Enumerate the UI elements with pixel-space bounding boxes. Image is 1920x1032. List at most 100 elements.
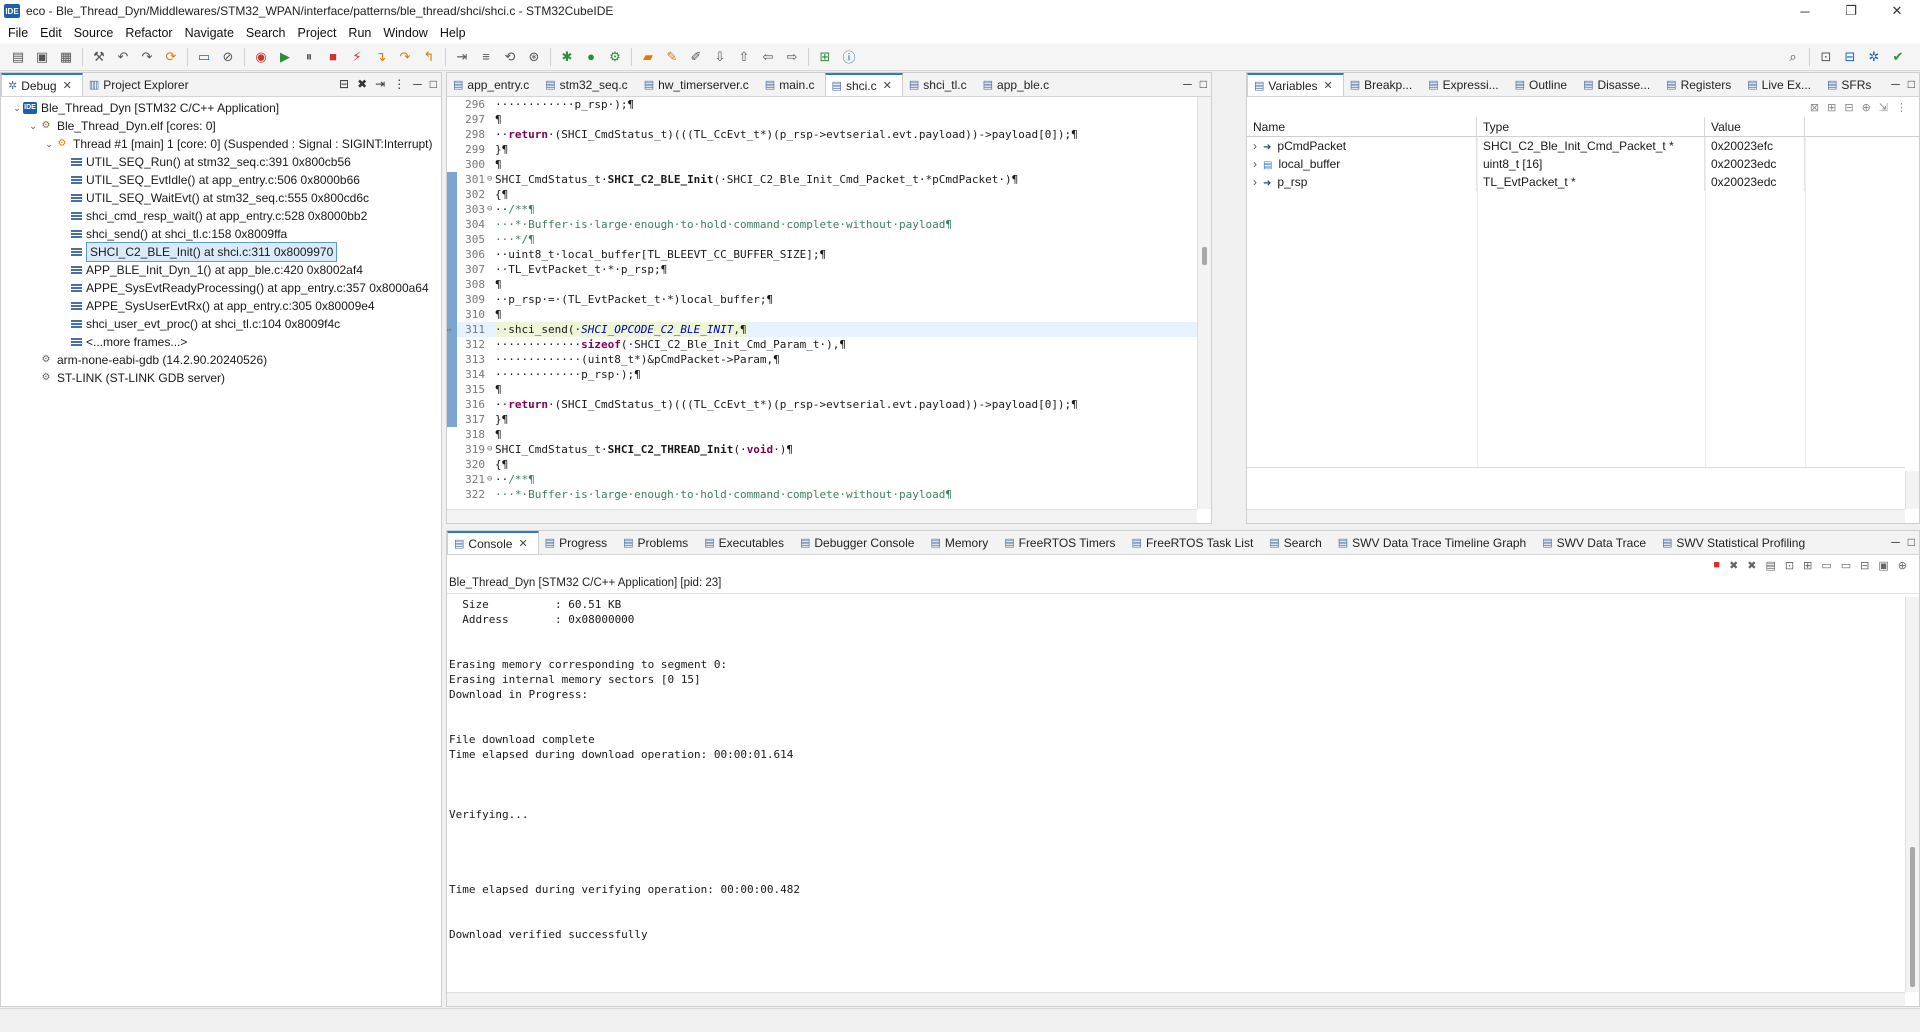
tab-expressi[interactable]: ▤ Expressi... xyxy=(1422,73,1508,96)
code-line[interactable]: 314 ·············p_rsp·);¶ xyxy=(447,367,1197,382)
tree-item[interactable]: UTIL_SEQ_Run() at stm32_seq.c:391 0x800c… xyxy=(1,153,441,171)
search-icon[interactable]: ⌕ xyxy=(1784,48,1802,66)
save-icon[interactable]: ▣ xyxy=(33,48,51,66)
close-icon[interactable]: ✕ xyxy=(1324,79,1333,92)
console-output[interactable]: Size : 60.51 KB Address : 0x08000000 Eras… xyxy=(449,597,1905,992)
tab-search[interactable]: ▤ Search xyxy=(1263,531,1331,554)
column-type[interactable]: Type xyxy=(1477,117,1705,136)
fold-icon[interactable]: ⊖ xyxy=(487,172,495,187)
open-console-icon[interactable]: ⊕ xyxy=(1898,559,1907,572)
fold-icon[interactable]: ⊖ xyxy=(487,472,495,487)
tab-hw-timerserver-c[interactable]: ▤ hw_timerserver.c xyxy=(638,73,759,96)
code-line[interactable]: 299}¶ xyxy=(447,142,1197,157)
code-line[interactable]: 301 ⊖ SHCI_CmdStatus_t·SHCI_C2_BLE_Init(·S… xyxy=(447,172,1197,187)
external-tools-icon[interactable]: ⚙ xyxy=(606,48,624,66)
cube-perspective-icon[interactable]: ✔ xyxy=(1889,48,1907,66)
add-watch-icon[interactable]: ⊕ xyxy=(1862,101,1871,114)
tab-swv-statistical-profiling[interactable]: ▤ SWV Statistical Profiling xyxy=(1656,531,1815,554)
fold-icon[interactable]: ⊖ xyxy=(487,202,495,217)
close-button[interactable]: ✕ xyxy=(1874,0,1920,22)
collapse-all-icon[interactable]: ⊟ xyxy=(1844,101,1853,114)
tab-freertos-task-list[interactable]: ▤ FreeRTOS Task List xyxy=(1126,531,1264,554)
tab-debug[interactable]: ✲ Debug ✕ xyxy=(1,73,83,96)
menu-edit[interactable]: Edit xyxy=(34,26,68,40)
code-line[interactable]: 309 ··p_rsp·=·(TL_EvtPacket_t·*)local_buf… xyxy=(447,292,1197,307)
tree-item[interactable]: shci_cmd_resp_wait() at app_entry.c:528 … xyxy=(1,207,441,225)
tab-disasse[interactable]: ▤ Disasse... xyxy=(1577,73,1660,96)
code-line[interactable]: 317}¶ xyxy=(447,412,1197,427)
tab-problems[interactable]: ▤ Problems xyxy=(617,531,698,554)
tab-registers[interactable]: ▤ Registers xyxy=(1660,73,1741,96)
show-type-names-icon[interactable]: ⊠ xyxy=(1810,101,1819,114)
code-line[interactable]: 318 ¶ xyxy=(447,427,1197,442)
editor-hscrollbar[interactable] xyxy=(447,509,1197,523)
close-icon[interactable]: ✕ xyxy=(63,79,72,92)
run-icon[interactable]: ● xyxy=(582,48,600,66)
remove-terminated-icon[interactable]: ✖ xyxy=(357,77,367,91)
menu-refactor[interactable]: Refactor xyxy=(119,26,178,40)
show-on-error-icon[interactable]: ▭ xyxy=(1841,559,1851,572)
refresh-icon[interactable]: ⟳ xyxy=(162,48,180,66)
step-return-icon[interactable]: ↰ xyxy=(420,48,438,66)
code-line[interactable]: 315 ¶ xyxy=(447,382,1197,397)
forward-icon[interactable]: ⇨ xyxy=(783,48,801,66)
close-icon[interactable]: ✕ xyxy=(883,79,892,92)
code-line[interactable]: 310 ¶ xyxy=(447,307,1197,322)
tree-item[interactable]: SHCI_C2_BLE_Init() at shci.c:311 0x80099… xyxy=(1,242,441,262)
back-icon[interactable]: ⇦ xyxy=(759,48,777,66)
menu-navigate[interactable]: Navigate xyxy=(179,26,240,40)
variable-row[interactable]: › ➜ pCmdPacket SHCI_C2_Ble_Init_Cmd_Packet_… xyxy=(1247,137,1919,155)
maximize-view-icon[interactable]: □ xyxy=(1200,77,1207,91)
menu-window[interactable]: Window xyxy=(377,26,433,40)
menu-run[interactable]: Run xyxy=(342,26,377,40)
chevron-down-icon[interactable]: ⌄ xyxy=(11,99,23,117)
variable-row[interactable]: › ▤ local_buffer uint8_t [16] 0x20023edc xyxy=(1247,155,1919,173)
chevron-right-icon[interactable]: › xyxy=(1253,175,1257,189)
minimize-view-icon[interactable]: ─ xyxy=(1891,535,1900,549)
tree-item[interactable]: UTIL_SEQ_WaitEvt() at stm32_seq.c:555 0x… xyxy=(1,189,441,207)
chevron-down-icon[interactable]: ⌄ xyxy=(43,135,55,153)
variable-value[interactable]: 0x20023edc xyxy=(1705,173,1805,191)
tab-outline[interactable]: ▤ Outline xyxy=(1509,73,1577,96)
tree-item[interactable]: APPE_SysUserEvtRx() at app_entry.c:305 0… xyxy=(1,297,441,315)
reset-icon[interactable]: ⊛ xyxy=(525,48,543,66)
menu-help[interactable]: Help xyxy=(434,26,472,40)
code-line[interactable]: 306 ··uint8_t·local_buffer[TL_BLEEVT_CC_B… xyxy=(447,247,1197,262)
menu-search[interactable]: Search xyxy=(240,26,292,40)
debug-perspective-icon[interactable]: ✲ xyxy=(1865,48,1883,66)
terminate-icon[interactable]: ■ xyxy=(1713,559,1720,571)
view-menu-icon[interactable]: ⋮ xyxy=(393,77,405,91)
menu-file[interactable]: File xyxy=(2,26,34,40)
tree-item[interactable]: APP_BLE_Init_Dyn_1() at app_ble.c:420 0x… xyxy=(1,261,441,279)
show-logical-structure-icon[interactable]: ⊞ xyxy=(1827,101,1836,114)
drop-frame-icon[interactable]: ≡ xyxy=(477,48,495,66)
remove-launch-icon[interactable]: ✖ xyxy=(1729,559,1738,572)
suspend-icon[interactable]: ⏸ xyxy=(300,48,318,66)
menu-source[interactable]: Source xyxy=(68,26,120,40)
tab-swv-data-trace[interactable]: ▤ SWV Data Trace xyxy=(1536,531,1656,554)
code-line[interactable]: ⇨ 311 ··shci_send(·SHCI_OPCODE_C2_BLE_INIT… xyxy=(447,322,1197,337)
tree-item[interactable]: ⌄ ⚙ Thread #1 [main] 1 [core: 0] (Suspende… xyxy=(1,135,441,153)
code-line[interactable]: 321 ⊖ ··/**¶ xyxy=(447,472,1197,487)
collapse-all-icon[interactable]: ⊟ xyxy=(339,77,349,91)
tree-item[interactable]: shci_user_evt_proc() at shci_tl.c:104 0x… xyxy=(1,315,441,333)
code-line[interactable]: 308 ¶ xyxy=(447,277,1197,292)
step-over-icon[interactable]: ↷ xyxy=(396,48,414,66)
code-line[interactable]: 302 {¶ xyxy=(447,187,1197,202)
variables-vscrollbar[interactable] xyxy=(1905,471,1919,509)
instruction-step-icon[interactable]: ⇥ xyxy=(453,48,471,66)
tab-sfrs[interactable]: ▤ SFRs xyxy=(1821,73,1881,96)
display-console-icon[interactable]: ▣ xyxy=(1878,559,1888,572)
tab-app-entry-c[interactable]: ▤ app_entry.c xyxy=(447,73,539,96)
maximize-view-icon[interactable]: □ xyxy=(1908,535,1915,549)
column-value[interactable]: Value xyxy=(1705,117,1805,136)
variable-value[interactable]: 0x20023efc xyxy=(1705,137,1805,155)
code-line[interactable]: 296 ············p_rsp·);¶ xyxy=(447,97,1197,112)
tree-item[interactable]: ⚙ ST-LINK (ST-LINK GDB server) xyxy=(1,369,441,387)
chevron-down-icon[interactable]: ⌄ xyxy=(27,117,39,135)
code-line[interactable]: 313 ·············(uint8_t*)&pCmdPacket->P… xyxy=(447,352,1197,367)
maximize-button[interactable]: ❐ xyxy=(1828,0,1874,22)
code-line[interactable]: 322 ···*·Buffer·is·large·enough·to·hold·c… xyxy=(447,487,1197,502)
tab-console[interactable]: ▤ Console ✕ xyxy=(447,531,539,554)
chevron-right-icon[interactable]: › xyxy=(1253,139,1257,153)
